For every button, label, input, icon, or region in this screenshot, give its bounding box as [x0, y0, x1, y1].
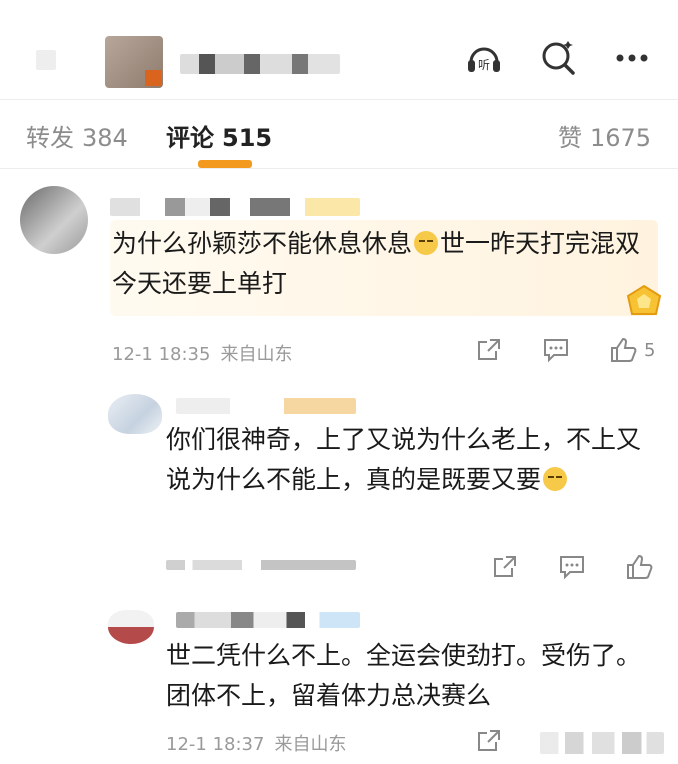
commenter-avatar[interactable] [108, 394, 162, 434]
badge-icon [624, 284, 664, 318]
active-tab-indicator [198, 160, 252, 168]
sleepy-emoji-icon [543, 467, 568, 491]
comment-meta: 12-1 18:37 来自山东 [166, 730, 346, 756]
tab-comments[interactable]: 评论 515 [166, 118, 272, 153]
top-bar: 听 [0, 0, 678, 100]
comment-time: 12-1 18:37 [166, 734, 265, 755]
tab-bar: 转发 384 评论 515 赞 1675 [0, 100, 678, 168]
comment-text: 世二凭什么不上。全运会使劲打。受伤了。团体不上，留着体力总决赛么 [166, 636, 644, 716]
blurred-username [176, 612, 360, 628]
comment-actions [490, 552, 654, 582]
tab-likes[interactable]: 赞 1675 [558, 118, 651, 153]
comment-time: 12-1 18:35 [112, 344, 211, 365]
like-icon[interactable] [624, 552, 654, 582]
commenter-avatar[interactable] [108, 610, 154, 644]
comment-location: 来自山东 [220, 344, 293, 365]
tab-likes-count: 1675 [590, 124, 652, 152]
tab-repost-count: 384 [82, 124, 128, 152]
tab-repost-label: 转发 [26, 124, 74, 152]
blurred-username [176, 398, 356, 414]
comment-location: 来自山东 [274, 734, 347, 755]
search-icon[interactable] [536, 36, 580, 80]
comment-text: 你们很神奇，上了又说为什么老上，不上又说为什么不能上，真的是既要又要 [166, 420, 644, 500]
listen-label: 听 [478, 58, 490, 72]
like-icon[interactable] [608, 335, 638, 365]
listen-icon[interactable]: 听 [462, 36, 506, 80]
blurred-back-area [36, 50, 56, 70]
tabs-divider [0, 168, 678, 169]
crying-emoji-icon [414, 231, 439, 255]
comment-text-part: 为什么孙颖莎不能休息休息 [112, 229, 413, 258]
comment-text: 为什么孙颖莎不能休息休息 世一昨天打完混双今天还要上单打 [112, 224, 652, 304]
author-avatar[interactable] [105, 36, 163, 88]
comment-meta: 12-1 18:35 来自山东 [112, 340, 292, 366]
comment-actions [474, 726, 504, 756]
share-icon[interactable] [474, 335, 504, 365]
like-count: 5 [644, 339, 656, 361]
commenter-avatar[interactable] [20, 186, 88, 254]
blurred-username [110, 198, 360, 216]
reply-icon[interactable] [557, 552, 587, 582]
tab-repost[interactable]: 转发 384 [26, 118, 128, 153]
tab-likes-label: 赞 [558, 124, 582, 152]
comment-actions: 5 [474, 335, 655, 365]
more-icon[interactable] [610, 36, 654, 80]
comment-text-part: 世二凭什么不上。全运会使劲打。受伤了。团体不上，留着体力总决赛么 [166, 641, 642, 710]
tab-comments-label: 评论 [166, 124, 214, 152]
share-icon[interactable] [474, 726, 504, 756]
tab-comments-count: 515 [222, 124, 273, 152]
blurred-author-name [180, 54, 340, 74]
blurred-comment-meta [166, 560, 356, 570]
blurred-watermark [540, 732, 664, 754]
share-icon[interactable] [490, 552, 520, 582]
comment-text-part: 你们很神奇，上了又说为什么老上，不上又说为什么不能上，真的是既要又要 [166, 425, 642, 494]
reply-icon[interactable] [541, 335, 571, 365]
